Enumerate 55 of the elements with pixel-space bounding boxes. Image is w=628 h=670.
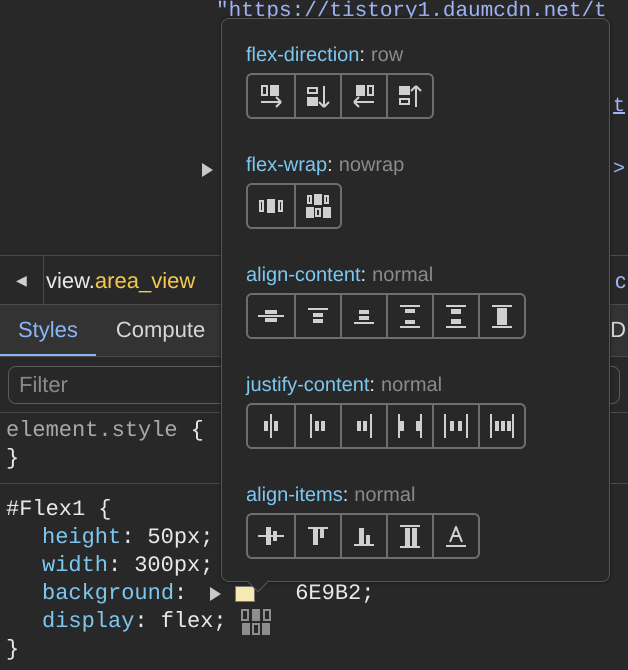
justify-center-icon: [263, 413, 279, 439]
flex-option-button[interactable]: [386, 75, 432, 117]
flex-option-button[interactable]: [478, 295, 524, 337]
justify-between-icon: [398, 413, 422, 439]
property-label: flex-wrap: nowrap: [246, 153, 406, 177]
color-swatch[interactable]: [235, 586, 256, 602]
flex-option-button[interactable]: [294, 185, 340, 227]
breadcrumb-item[interactable]: view.area_view: [46, 264, 196, 296]
cross-end-icon: [353, 526, 375, 546]
breadcrumb-item[interactable]: c: [615, 264, 628, 296]
property-label: flex-direction: row: [246, 43, 404, 67]
tab[interactable]: D: [610, 305, 628, 356]
nowrap-icon: [259, 198, 283, 214]
code-link[interactable]: t: [613, 92, 626, 122]
brace: }: [6, 636, 20, 664]
justify-start-icon: [310, 413, 326, 439]
property-label: align-items: normal: [246, 483, 416, 507]
justify-evenly-icon: [490, 413, 514, 439]
justify-end-icon: [356, 413, 372, 439]
wrap-icon: [304, 193, 332, 219]
cross-start-icon: [307, 526, 329, 546]
flex-editor-icon[interactable]: [240, 608, 271, 636]
align-end-icon: [353, 308, 375, 324]
css-declaration: width: 300px;: [42, 552, 214, 580]
flex-option-button[interactable]: [478, 405, 524, 447]
css-selector: #Flex1: [6, 496, 86, 524]
align-start-icon: [307, 308, 329, 324]
align-around-icon: [445, 304, 467, 328]
property-label: align-content: normal: [246, 263, 434, 287]
flex-option-button[interactable]: [432, 515, 478, 557]
cross-center-icon: [257, 526, 285, 546]
brace: {: [190, 417, 204, 445]
brace: {: [98, 496, 112, 524]
css-declaration: background:: [42, 580, 188, 608]
back-button[interactable]: ◀: [0, 256, 44, 304]
column-direction-icon: [306, 84, 330, 108]
css-declaration: height: 50px;: [42, 524, 214, 552]
row-reverse-icon: [353, 84, 375, 108]
css-value: 6E9B2;: [295, 580, 374, 608]
tab[interactable]: Styles: [0, 305, 96, 356]
css-declaration: display: flex;: [42, 608, 227, 636]
cross-stretch-icon: [399, 524, 421, 548]
align-center-icon: [257, 309, 285, 323]
css-selector: element.style: [6, 417, 178, 445]
align-stretch-icon: [491, 304, 513, 328]
justify-around-icon: [444, 413, 468, 439]
code-text: >: [613, 157, 626, 183]
align-between-icon: [399, 304, 421, 328]
column-reverse-icon: [398, 84, 422, 108]
brace: }: [6, 445, 20, 473]
row-direction-icon: [260, 84, 282, 108]
code-text: "https://tistory1.daumcdn.net/t: [216, 0, 607, 24]
tab[interactable]: Compute: [96, 305, 216, 356]
property-label: justify-content: normal: [246, 373, 444, 397]
baseline-icon: [445, 526, 467, 546]
